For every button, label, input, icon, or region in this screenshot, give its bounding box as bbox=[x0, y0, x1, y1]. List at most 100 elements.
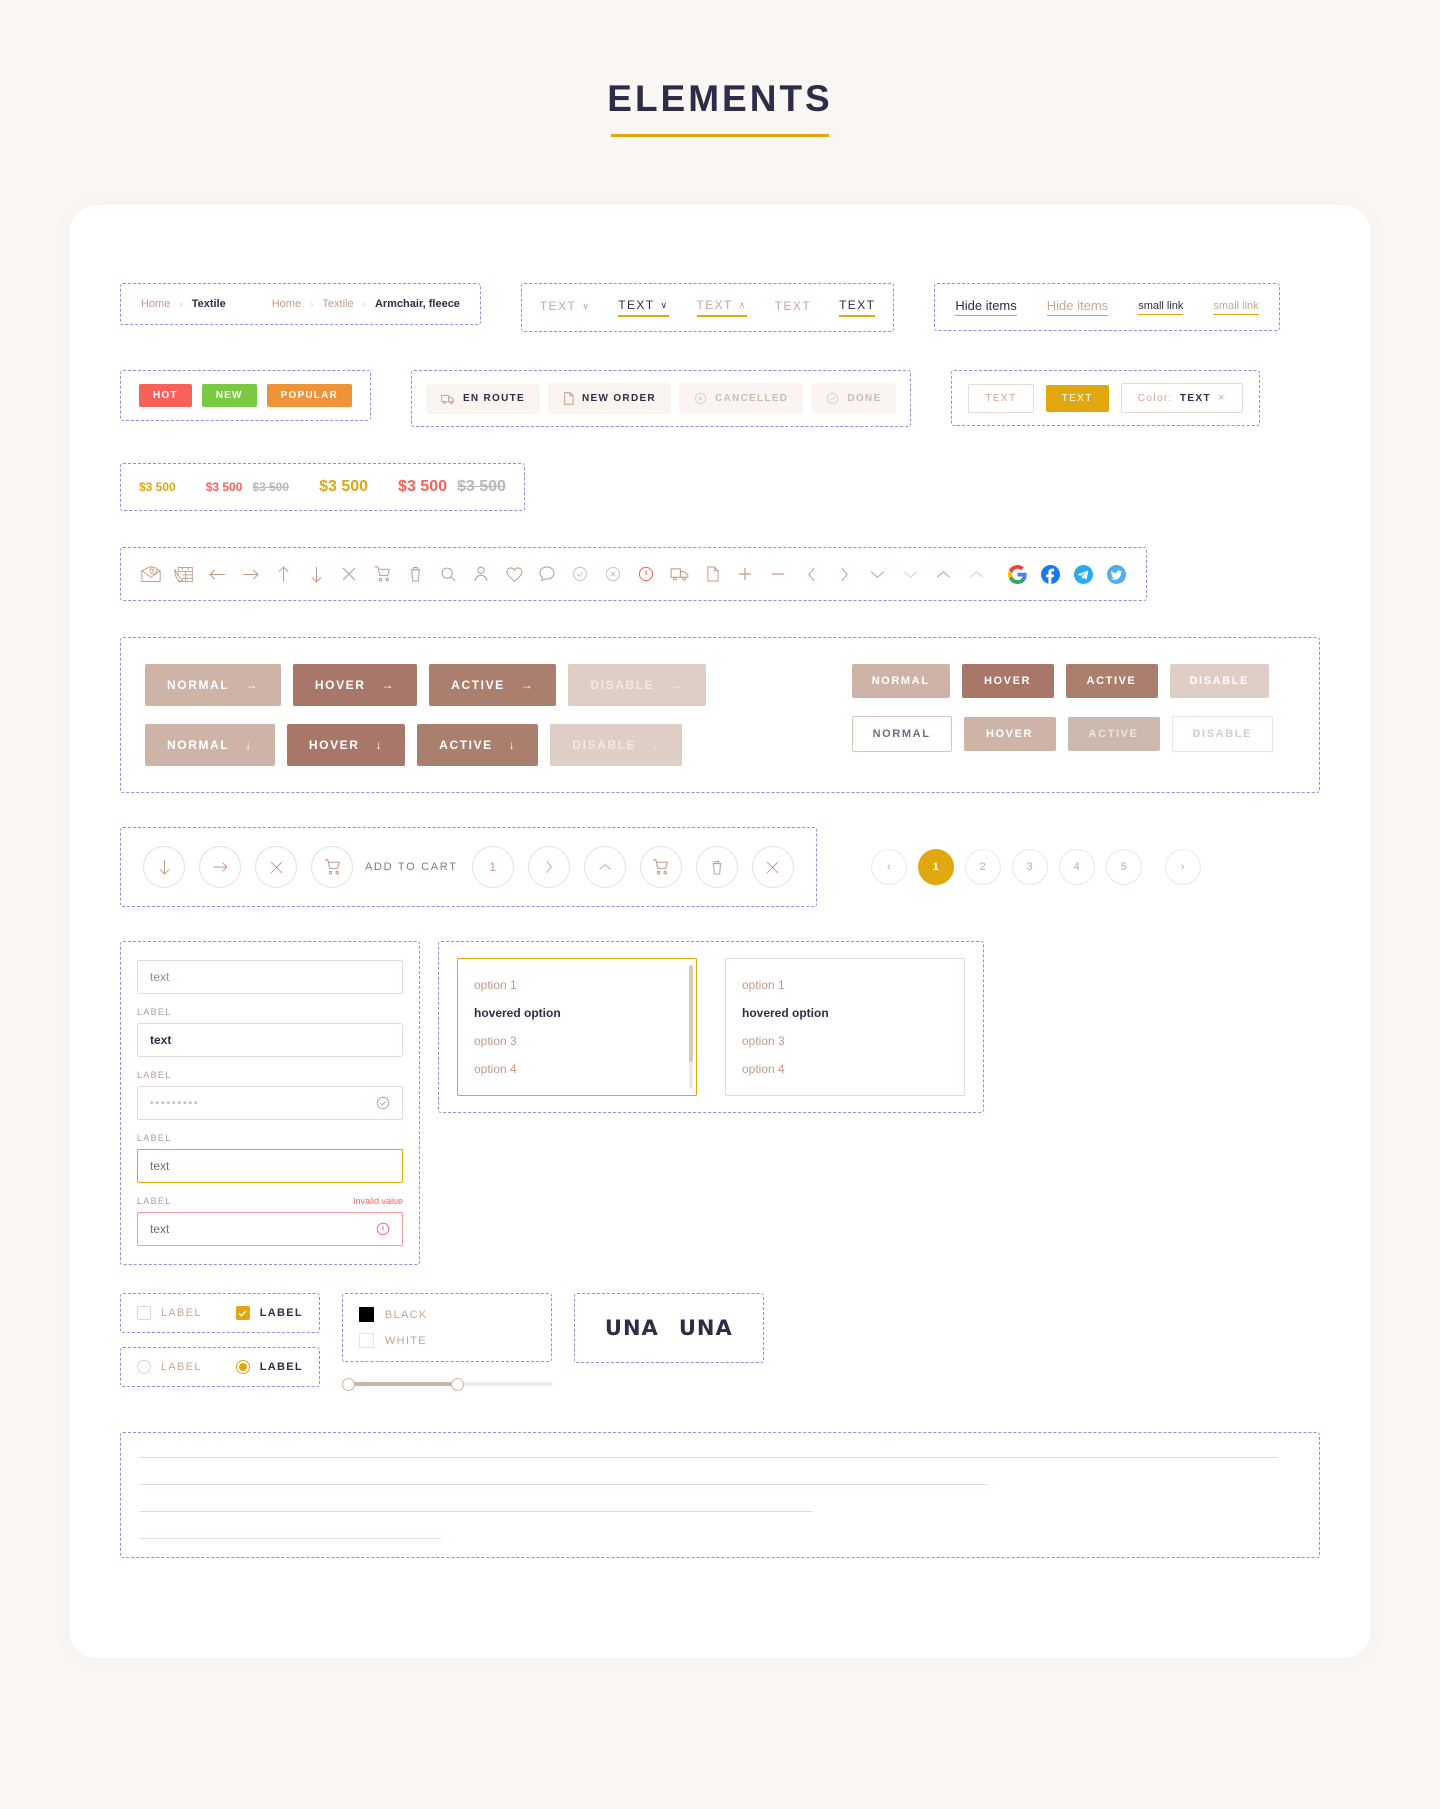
arrow-left-icon[interactable] bbox=[207, 564, 227, 584]
slider-knob-min[interactable] bbox=[341, 1377, 355, 1391]
checkbox-checked[interactable]: LABEL bbox=[235, 1306, 303, 1320]
text-input-focused[interactable]: text bbox=[137, 1149, 403, 1183]
file-icon[interactable] bbox=[702, 564, 722, 584]
circle-button-next[interactable] bbox=[199, 846, 241, 888]
tag-outlined[interactable]: TEXT bbox=[968, 383, 1034, 413]
password-input[interactable]: ••••••••• bbox=[137, 1086, 403, 1120]
chat-icon[interactable] bbox=[537, 564, 557, 584]
button-normal-down[interactable]: NORMAL ↓ bbox=[145, 724, 275, 766]
google-icon[interactable] bbox=[1007, 564, 1027, 584]
breadcrumb-home[interactable]: Home bbox=[141, 298, 170, 310]
circle-button-download[interactable] bbox=[143, 846, 185, 888]
arrow-up-icon[interactable] bbox=[273, 564, 293, 584]
chevron-down-thin-icon[interactable] bbox=[900, 564, 920, 584]
chevron-down-icon[interactable] bbox=[867, 564, 887, 584]
small-button-normal[interactable]: NORMAL bbox=[851, 664, 950, 698]
cart-icon[interactable] bbox=[372, 564, 392, 584]
tag-with-value[interactable]: Color: TEXT × bbox=[1120, 383, 1243, 413]
dropdown-list-focused[interactable]: option 1 hovered option option 3 option … bbox=[457, 958, 697, 1096]
chevron-right-icon[interactable] bbox=[834, 564, 854, 584]
link-small-muted[interactable]: small link bbox=[1213, 300, 1259, 315]
user-icon[interactable] bbox=[471, 564, 491, 584]
link-small-dark[interactable]: small link bbox=[1138, 300, 1184, 315]
swatch-white[interactable]: WHITE bbox=[358, 1333, 535, 1348]
text-input-filled[interactable]: text bbox=[137, 1023, 403, 1057]
radio-selected[interactable]: LABEL bbox=[235, 1360, 303, 1374]
link-hide-items-muted[interactable]: Hide items bbox=[1046, 298, 1109, 316]
circle-button-trash[interactable] bbox=[695, 846, 738, 888]
link-hide-items-dark[interactable]: Hide items bbox=[955, 298, 1017, 316]
button-active-down[interactable]: ACTIVE ↓ bbox=[417, 724, 539, 766]
text-input-invalid[interactable]: text bbox=[137, 1212, 403, 1246]
x-circle-icon[interactable] bbox=[603, 564, 623, 584]
outline-button-normal[interactable]: NORMAL bbox=[851, 716, 952, 752]
radio-unselected[interactable]: LABEL bbox=[137, 1360, 202, 1374]
circle-button-close-2[interactable] bbox=[751, 846, 794, 888]
pagination-page-4[interactable]: 4 bbox=[1058, 849, 1095, 885]
circle-button-chevron-up[interactable] bbox=[583, 846, 626, 888]
dropdown-text-normal[interactable]: TEXT ∨ bbox=[540, 299, 590, 316]
dropdown-option-hovered[interactable]: hovered option bbox=[726, 999, 964, 1027]
dropdown-option-hovered[interactable]: hovered option bbox=[458, 999, 696, 1027]
add-to-cart-button[interactable]: ADD TO CART bbox=[311, 846, 458, 888]
dropdown-option[interactable]: option 3 bbox=[726, 1027, 964, 1055]
calendar-phone-icon[interactable] bbox=[174, 564, 194, 584]
dropdown-list-plain[interactable]: option 1 hovered option option 3 option … bbox=[725, 958, 965, 1096]
close-icon[interactable] bbox=[339, 564, 359, 584]
range-slider[interactable] bbox=[341, 1376, 552, 1392]
plus-icon[interactable] bbox=[735, 564, 755, 584]
truck-icon[interactable] bbox=[669, 564, 689, 584]
button-hover-arrow[interactable]: HOVER → bbox=[292, 664, 418, 706]
button-hover-down[interactable]: HOVER ↓ bbox=[286, 724, 406, 766]
checkbox-unchecked[interactable]: LABEL bbox=[137, 1306, 202, 1320]
button-normal-arrow[interactable]: NORMAL → bbox=[145, 664, 281, 706]
close-icon[interactable]: × bbox=[1218, 392, 1226, 404]
search-icon[interactable] bbox=[438, 564, 458, 584]
minus-icon[interactable] bbox=[768, 564, 788, 584]
breadcrumb-textile[interactable]: Textile bbox=[322, 298, 353, 310]
swatch-black[interactable]: BLACK bbox=[358, 1307, 535, 1322]
slider-knob-max[interactable] bbox=[451, 1377, 465, 1391]
dropdown-option[interactable]: option 3 bbox=[458, 1027, 696, 1055]
pagination-page-3[interactable]: 3 bbox=[1011, 849, 1048, 885]
dropdown-option[interactable]: option 1 bbox=[458, 971, 696, 999]
text-input-empty[interactable]: text bbox=[137, 960, 403, 994]
arrow-down-icon[interactable] bbox=[306, 564, 326, 584]
chevron-left-icon[interactable] bbox=[801, 564, 821, 584]
text-plain[interactable]: TEXT bbox=[775, 299, 811, 316]
outline-button-hover[interactable]: HOVER bbox=[963, 717, 1056, 751]
dropdown-option[interactable]: option 4 bbox=[458, 1055, 696, 1083]
text-underlined[interactable]: TEXT bbox=[839, 298, 876, 317]
facebook-icon[interactable] bbox=[1040, 564, 1060, 584]
circle-button-chevron-right[interactable] bbox=[527, 846, 570, 888]
small-button-active[interactable]: ACTIVE bbox=[1065, 664, 1158, 698]
small-button-hover[interactable]: HOVER bbox=[961, 664, 1054, 698]
dropdown-option[interactable]: option 1 bbox=[726, 971, 964, 999]
breadcrumb[interactable]: Home › Textile bbox=[141, 298, 226, 310]
breadcrumb-long[interactable]: Home › Textile › Armchair, fleece bbox=[272, 298, 460, 310]
twitter-icon[interactable] bbox=[1106, 564, 1126, 584]
chevron-up-icon[interactable] bbox=[933, 564, 953, 584]
telegram-icon[interactable] bbox=[1073, 564, 1093, 584]
pagination-page-2[interactable]: 2 bbox=[964, 849, 1001, 885]
pagination-prev[interactable]: ‹ bbox=[870, 849, 907, 885]
dropdown-scrollbar[interactable] bbox=[689, 965, 693, 1089]
arrow-right-icon[interactable] bbox=[240, 564, 260, 584]
circle-button-cart[interactable] bbox=[639, 846, 682, 888]
dropdown-text-active[interactable]: TEXT ∨ bbox=[618, 298, 669, 317]
quantity-stepper[interactable]: 1 bbox=[471, 846, 514, 888]
pagination-page-5[interactable]: 5 bbox=[1105, 849, 1142, 885]
heart-icon[interactable] bbox=[504, 564, 524, 584]
alert-circle-icon[interactable] bbox=[636, 564, 656, 584]
circle-button-close[interactable] bbox=[255, 846, 297, 888]
pagination-page-1[interactable]: 1 bbox=[917, 849, 954, 885]
outline-button-active[interactable]: ACTIVE bbox=[1067, 717, 1160, 751]
check-circle-icon[interactable] bbox=[570, 564, 590, 584]
pagination-next[interactable]: › bbox=[1164, 849, 1201, 885]
trash-icon[interactable] bbox=[405, 564, 425, 584]
chevron-up-thin-icon[interactable] bbox=[966, 564, 986, 584]
envelope-email-icon[interactable] bbox=[141, 564, 161, 584]
tag-filled[interactable]: TEXT bbox=[1045, 384, 1109, 412]
breadcrumb-home[interactable]: Home bbox=[272, 298, 301, 310]
dropdown-option[interactable]: option 4 bbox=[726, 1055, 964, 1083]
